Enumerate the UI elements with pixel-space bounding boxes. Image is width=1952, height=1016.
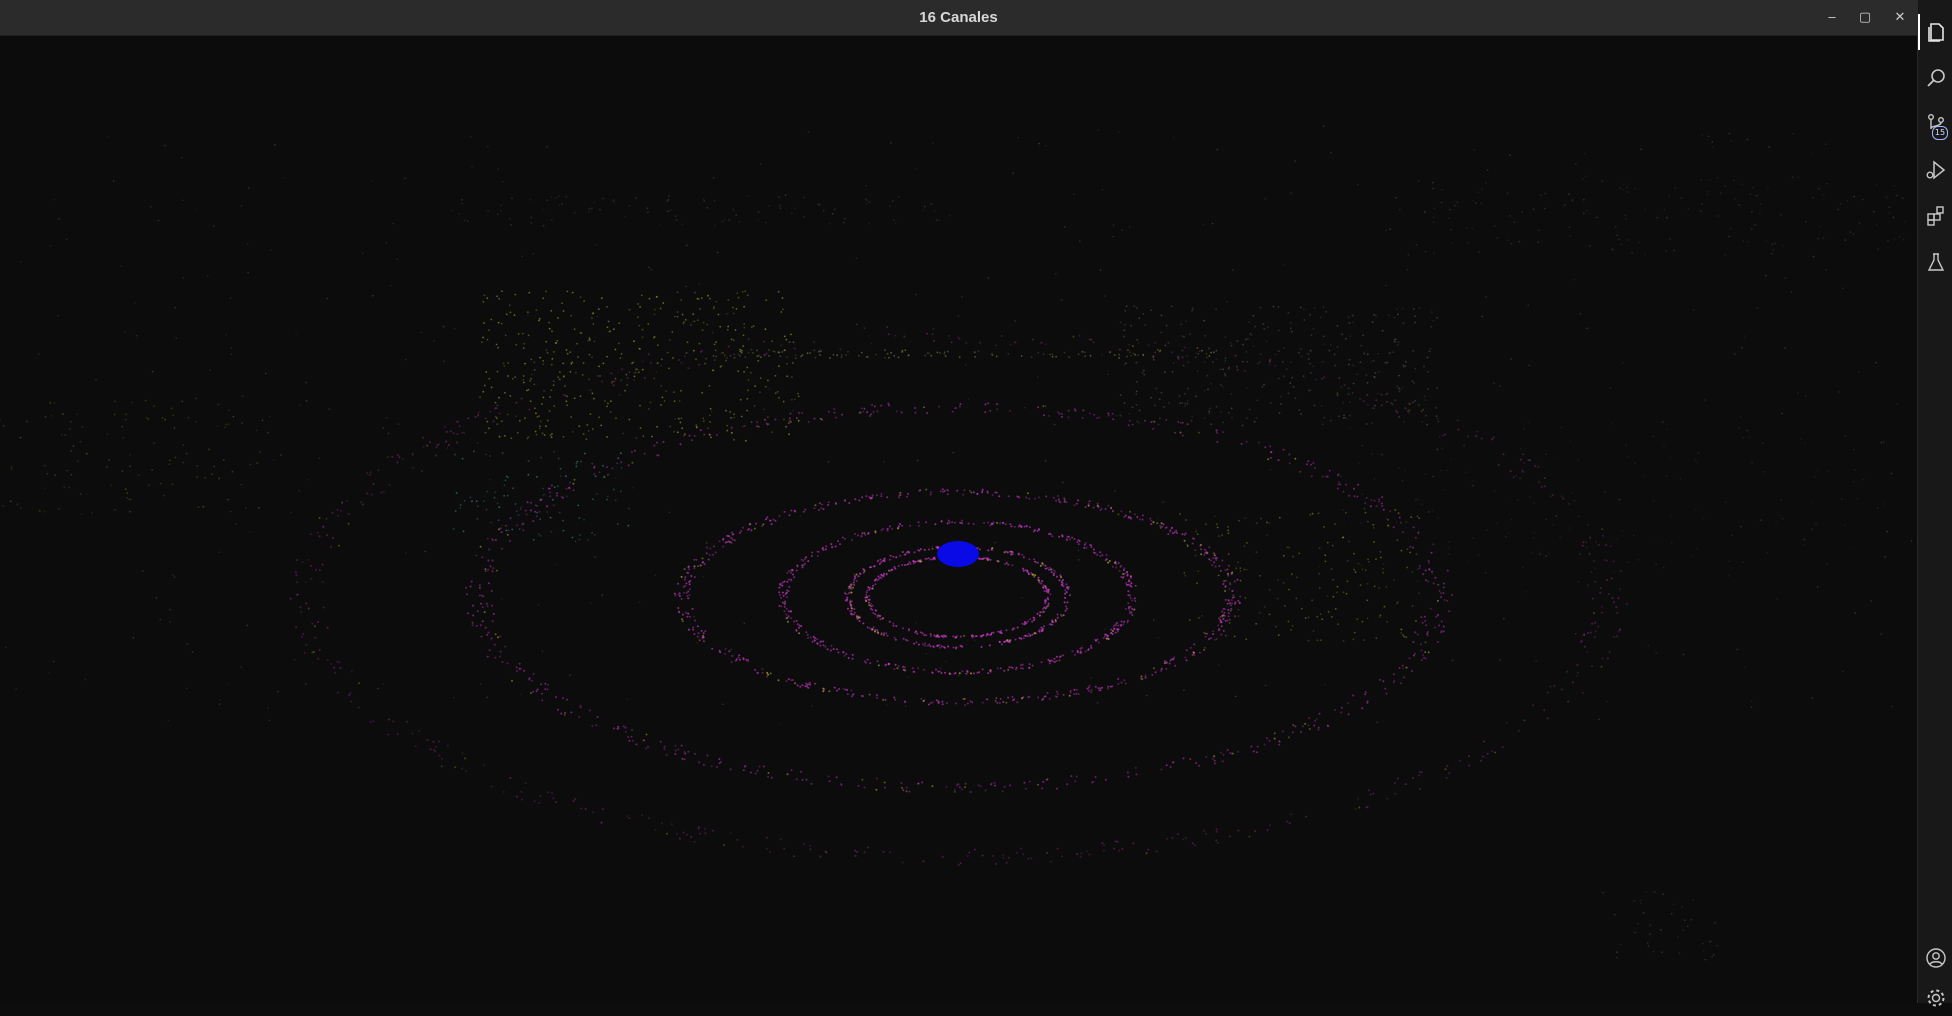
source-control-button[interactable]: 15 bbox=[1918, 106, 1952, 142]
window-title: 16 Canales bbox=[919, 9, 998, 26]
point-cloud-canvas[interactable] bbox=[0, 36, 1917, 1003]
search-icon bbox=[1926, 69, 1945, 87]
search-button[interactable] bbox=[1918, 60, 1952, 96]
app-window: 16 Canales – ▢ ✕ bbox=[0, 0, 1917, 1003]
maximize-button[interactable]: ▢ bbox=[1853, 6, 1877, 28]
activity-bar: 15 bbox=[1917, 0, 1952, 1007]
point-cloud-viewport[interactable] bbox=[0, 36, 1917, 1003]
source-control-badge: 15 bbox=[1932, 126, 1948, 140]
extensions-button[interactable] bbox=[1918, 198, 1952, 234]
manage-button[interactable] bbox=[1918, 980, 1952, 1016]
minimize-button[interactable]: – bbox=[1820, 6, 1844, 28]
run-debug-button[interactable] bbox=[1918, 152, 1952, 188]
flask-icon bbox=[1927, 253, 1944, 271]
files-icon bbox=[1927, 23, 1944, 42]
explorer-button[interactable] bbox=[1918, 14, 1952, 50]
gear-icon bbox=[1927, 989, 1944, 1007]
close-button[interactable]: ✕ bbox=[1888, 6, 1912, 28]
title-bar[interactable]: 16 Canales – ▢ ✕ bbox=[0, 0, 1917, 36]
lidar-sensor-marker bbox=[937, 541, 979, 567]
run-debug-icon bbox=[1926, 160, 1945, 180]
ring-points bbox=[289, 332, 1628, 866]
account-icon bbox=[1925, 948, 1946, 968]
extensions-icon bbox=[1926, 206, 1944, 226]
testing-button[interactable] bbox=[1918, 244, 1952, 280]
accounts-button[interactable] bbox=[1918, 940, 1952, 976]
